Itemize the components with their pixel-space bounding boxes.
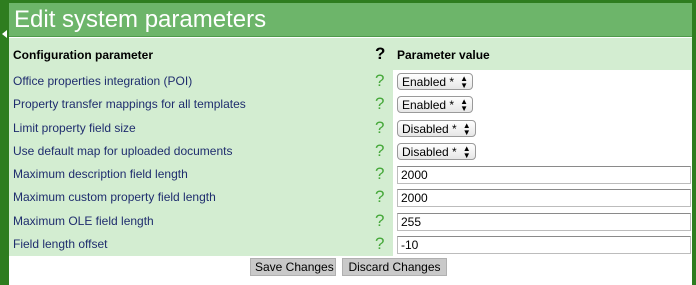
save-changes-button[interactable]: Save Changes [250,258,336,276]
table-row: Use default map for uploaded documents ?… [9,139,692,164]
title-bar: Edit system parameters [9,3,692,37]
select-value: Enabled * [402,75,455,89]
max-description-input[interactable] [397,166,691,185]
column-header-parameter: Configuration parameter [13,48,154,62]
default-map-select[interactable]: Disabled * ▲ ▼ [397,142,476,160]
value-cell [393,209,692,234]
up-down-arrows-icon: ▲ ▼ [460,97,469,114]
max-ole-input[interactable] [397,212,691,231]
value-cell: Enabled * ▲ ▼ [393,70,692,94]
help-header-icon: ? [375,44,386,63]
table-row: Limit property field size ? Disabled * ▲… [9,116,692,140]
system-parameters-panel: Edit system parameters Configuration par… [9,3,692,285]
value-cell: Enabled * ▲ ▼ [393,93,692,117]
table-row: Maximum OLE field length ? [9,209,692,234]
help-icon[interactable]: ? [375,211,384,231]
help-icon[interactable]: ? [375,94,384,114]
select-value: Enabled * [402,98,455,113]
parameter-label-max-custom-property: Maximum custom property field length [13,190,216,205]
table-row: Maximum description field length ? [9,163,692,187]
page-title: Edit system parameters [14,6,267,33]
button-bar: Save Changes Discard Changes [9,257,692,277]
table-row: Field length offset ? [9,233,692,257]
select-value: Disabled * [402,144,457,159]
parameter-label-transfer-mappings: Property transfer mappings for all templ… [13,97,246,112]
up-down-arrows-icon: ▲ ▼ [462,143,471,160]
help-icon[interactable]: ? [375,234,384,254]
parameter-label-max-ole: Maximum OLE field length [13,213,154,228]
parameter-label-max-description: Maximum description field length [13,167,188,182]
value-cell: Disabled * ▲ ▼ [393,139,692,164]
parameter-label-limit-field-size: Limit property field size [13,120,136,135]
column-header-value: Parameter value [397,48,490,62]
value-cell [393,163,692,187]
help-icon[interactable]: ? [375,187,384,207]
poi-select[interactable]: Enabled * ▲ ▼ [397,73,474,90]
select-value: Disabled * [402,121,457,136]
max-custom-property-input[interactable] [397,189,691,208]
value-cell [393,186,692,210]
table-row: Maximum custom property field length ? [9,186,692,210]
value-cell [393,233,692,257]
help-icon[interactable]: ? [375,71,384,91]
collapse-arrow-icon[interactable] [2,30,7,38]
table-row: Office properties integration (POI) ? En… [9,70,692,94]
help-icon[interactable]: ? [375,141,384,161]
limit-field-size-select[interactable]: Disabled * ▲ ▼ [397,119,476,137]
parameter-label-default-map: Use default map for uploaded documents [13,143,233,158]
up-down-arrows-icon: ▲ ▼ [462,120,471,137]
table-header: Configuration parameter ? Parameter valu… [9,38,692,70]
table-row: Property transfer mappings for all templ… [9,93,692,117]
value-cell: Disabled * ▲ ▼ [393,116,692,140]
up-down-arrows-icon: ▲ ▼ [460,74,469,90]
parameter-label-poi: Office properties integration (POI) [13,74,193,88]
discard-changes-button[interactable]: Discard Changes [342,258,447,276]
parameter-table: Office properties integration (POI) ? En… [9,70,692,257]
length-offset-input[interactable] [397,236,691,255]
help-icon[interactable]: ? [375,164,384,184]
parameter-label-length-offset: Field length offset [13,237,108,252]
transfer-mappings-select[interactable]: Enabled * ▲ ▼ [397,96,474,114]
help-icon[interactable]: ? [375,118,384,138]
